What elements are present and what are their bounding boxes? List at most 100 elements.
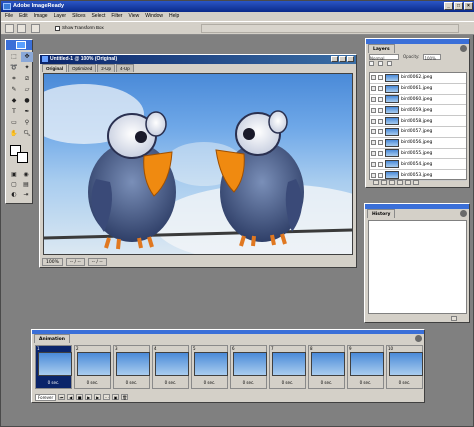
link-icon[interactable] — [378, 161, 383, 167]
preview-in-browser-icon[interactable]: ◐ — [9, 190, 19, 198]
visibility-eye-icon[interactable] — [371, 129, 376, 135]
menu-edit[interactable]: Edit — [19, 12, 28, 21]
link-icon[interactable] — [378, 140, 383, 146]
link-icon[interactable] — [378, 118, 383, 124]
standard-screen-mode-icon[interactable]: ▢ — [9, 180, 19, 188]
animation-frame[interactable]: 1 0 sec. — [35, 345, 72, 389]
menu-filter[interactable]: Filter — [111, 12, 122, 21]
minimize-button[interactable]: _ — [444, 2, 453, 10]
lasso-tool-icon[interactable]: ➰ — [8, 63, 20, 73]
layer-row[interactable]: bird0059.jpeg — [370, 105, 466, 117]
loop-select[interactable]: Forever — [35, 393, 57, 401]
auto-select-icon[interactable] — [31, 24, 40, 33]
frame-delay[interactable]: 0 sec. — [114, 380, 149, 386]
animation-frame[interactable]: 2 0 sec. — [74, 345, 111, 389]
duplicate-frame-icon[interactable]: ▣ — [112, 394, 120, 400]
link-icon[interactable] — [378, 96, 383, 102]
visibility-eye-icon[interactable] — [371, 75, 376, 81]
fill-tool-icon[interactable]: ◆ — [8, 96, 20, 106]
frame-delay[interactable]: 0 sec. — [36, 380, 71, 386]
original-size-info[interactable]: -- / -- — [65, 258, 85, 266]
new-layer-icon[interactable] — [405, 180, 411, 185]
visibility-eye-icon[interactable] — [371, 161, 376, 167]
animation-frame[interactable]: 3 0 sec. — [113, 345, 150, 389]
jump-to-photoshop-icon[interactable]: ⇥ — [21, 190, 31, 198]
menu-file[interactable]: File — [5, 12, 13, 21]
menu-image[interactable]: Image — [34, 12, 48, 21]
layer-row[interactable]: bird0061.jpeg — [370, 84, 466, 95]
animation-frame[interactable]: 9 0 sec. — [347, 345, 384, 389]
tab-optimized[interactable]: Optimized — [68, 64, 97, 72]
blend-mode-select[interactable]: Normal — [369, 54, 399, 61]
layer-row[interactable]: bird0060.jpeg — [370, 95, 466, 106]
move-tool-icon[interactable]: ✥ — [21, 52, 33, 62]
animation-frame[interactable]: 10 0 sec. — [386, 345, 423, 389]
zoom-tool-icon[interactable]: 🔍︎ — [21, 129, 33, 139]
eyedropper-tool-icon[interactable]: ⚲ — [21, 118, 33, 128]
visibility-eye-icon[interactable] — [371, 172, 376, 178]
link-icon[interactable] — [378, 86, 383, 92]
blur-tool-icon[interactable]: ● — [21, 96, 33, 106]
pen-tool-icon[interactable]: ✒ — [21, 107, 33, 117]
layer-style-icon[interactable] — [373, 180, 379, 185]
document-minimize-button[interactable] — [331, 56, 338, 62]
animation-frame[interactable]: 7 0 sec. — [269, 345, 306, 389]
palette-menu-icon[interactable] — [460, 210, 467, 217]
tab-layers[interactable]: Layers — [368, 44, 395, 53]
move-tool-option-icon[interactable] — [5, 24, 14, 33]
animation-frame[interactable]: 4 0 sec. — [152, 345, 189, 389]
tool-preset-icon[interactable] — [17, 24, 26, 33]
first-frame-icon[interactable]: ⏮ — [58, 394, 66, 400]
frame-delay[interactable]: 0 sec. — [192, 380, 227, 386]
delete-layer-icon[interactable] — [413, 180, 419, 185]
menu-select[interactable]: Select — [91, 12, 105, 21]
lock-all-icon[interactable] — [387, 61, 392, 66]
menu-view[interactable]: View — [128, 12, 139, 21]
visibility-eye-icon[interactable] — [371, 86, 376, 92]
visibility-eye-icon[interactable] — [371, 150, 376, 156]
menu-layer[interactable]: Layer — [54, 12, 67, 21]
shape-tool-icon[interactable]: ▭ — [8, 118, 20, 128]
delete-frame-icon[interactable]: 🗑︎ — [121, 394, 129, 400]
crop-tool-icon[interactable]: ⌗ — [8, 74, 20, 84]
image-map-visibility-icon[interactable]: ▣ — [9, 170, 19, 178]
link-icon[interactable] — [378, 107, 383, 113]
document-close-button[interactable] — [347, 56, 354, 62]
tab-4-up[interactable]: 4-Up — [116, 64, 134, 72]
layer-row[interactable]: bird0056.jpeg — [370, 138, 466, 149]
frame-delay[interactable]: 0 sec. — [231, 380, 266, 386]
layer-row[interactable]: bird0055.jpeg — [370, 149, 466, 160]
tab-original[interactable]: Original — [42, 64, 68, 72]
frame-delay[interactable]: 0 sec. — [153, 380, 188, 386]
slice-tool-icon[interactable]: ⧄ — [21, 74, 33, 84]
palette-menu-icon[interactable] — [460, 45, 467, 52]
visibility-eye-icon[interactable] — [371, 118, 376, 124]
zoom-level[interactable]: 100% — [42, 258, 63, 266]
frame-delay[interactable]: 0 sec. — [309, 380, 344, 386]
lock-position-icon[interactable] — [378, 61, 383, 66]
previous-frame-icon[interactable]: ◀ — [67, 394, 75, 400]
tab-2-up[interactable]: 2-Up — [97, 64, 116, 72]
link-icon[interactable] — [378, 172, 383, 178]
menu-window[interactable]: Window — [145, 12, 163, 21]
type-tool-icon[interactable]: T — [8, 107, 20, 117]
link-icon[interactable] — [378, 150, 383, 156]
menu-help[interactable]: Help — [169, 12, 179, 21]
link-icon[interactable] — [378, 75, 383, 81]
link-icon[interactable] — [378, 129, 383, 135]
layer-row[interactable]: bird0062.jpeg — [370, 73, 466, 84]
animation-frame[interactable]: 8 0 sec. — [308, 345, 345, 389]
new-set-icon[interactable] — [389, 180, 395, 185]
layer-mask-icon[interactable] — [381, 180, 387, 185]
layer-row[interactable]: bird0058.jpeg — [370, 116, 466, 127]
frame-delay[interactable]: 0 sec. — [348, 380, 383, 386]
adjustment-layer-icon[interactable] — [397, 180, 403, 185]
stop-icon[interactable]: ■ — [76, 394, 84, 400]
history-list[interactable] — [368, 220, 467, 314]
background-color-swatch[interactable] — [17, 152, 28, 163]
palette-menu-icon[interactable] — [415, 335, 422, 342]
visibility-eye-icon[interactable] — [371, 107, 376, 113]
tab-history[interactable]: History — [367, 209, 396, 218]
magic-wand-tool-icon[interactable]: ✦ — [21, 63, 33, 73]
visibility-eye-icon[interactable] — [371, 96, 376, 102]
